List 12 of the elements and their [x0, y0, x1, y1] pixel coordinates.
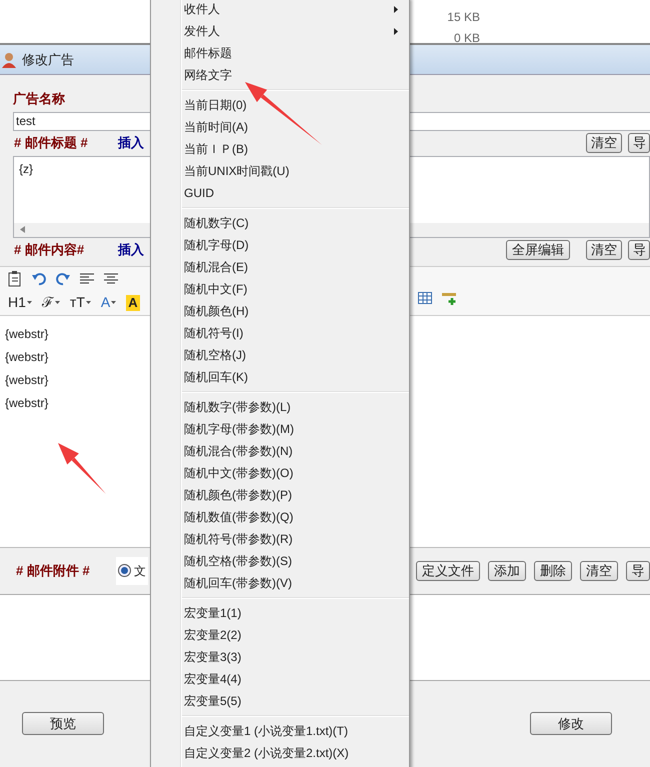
- file-size: 0 KB: [454, 30, 480, 46]
- section-label: # 邮件内容#: [14, 240, 86, 259]
- window-title: 修改广告: [22, 50, 74, 69]
- section-label: # 邮件标题 #: [14, 134, 89, 152]
- text-line: {webstr}: [5, 394, 48, 412]
- file-size: 15 KB: [447, 9, 480, 25]
- text-line: {webstr}: [5, 326, 48, 342]
- text-line: {webstr}: [5, 348, 48, 366]
- text-content: {z}: [19, 160, 34, 178]
- field-label: 广告名称: [13, 90, 65, 108]
- text-line: {webstr}: [5, 372, 48, 388]
- section-label: # 邮件附件 #: [16, 562, 91, 580]
